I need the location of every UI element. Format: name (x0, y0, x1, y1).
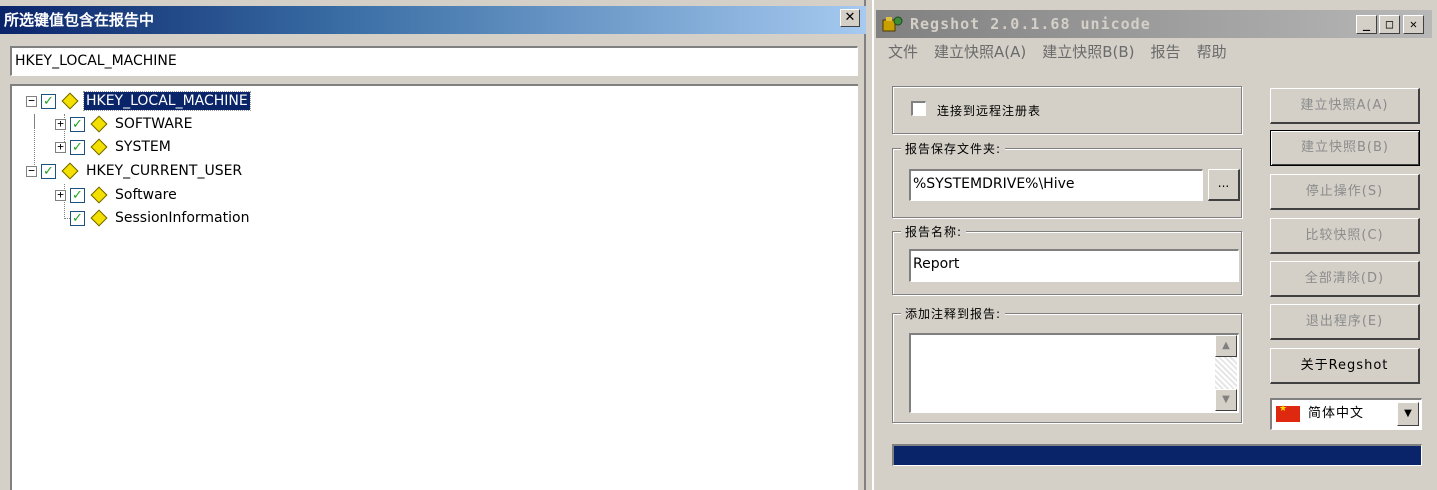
tree-item-label[interactable]: Software (113, 186, 179, 204)
language-select[interactable]: 简体中文 ▼ (1270, 398, 1422, 430)
menu-bar: 文件 建立快照A(A) 建立快照B(B) 报告 帮助 (888, 40, 1227, 64)
key-selection-window: 所选键值包含在报告中 ✕ HKEY_LOCAL_MACHINE − ✓ HKEY… (0, 0, 866, 490)
shot-b-button[interactable]: 建立快照B(B) (1270, 130, 1420, 166)
comment-scrollbar[interactable]: ▲ ▼ (1215, 335, 1237, 411)
regshot-window: Regshot 2.0.1.68 unicode _ □ ✕ 文件 建立快照A(… (872, 0, 1437, 490)
language-value: 简体中文 (1308, 406, 1365, 421)
close-icon[interactable]: ✕ (1403, 15, 1424, 34)
registry-key-icon (90, 138, 108, 156)
key-path-field[interactable]: HKEY_LOCAL_MACHINE (10, 46, 858, 76)
tree-item-software[interactable]: + ✓ SOFTWARE (55, 113, 195, 135)
collapse-icon[interactable]: − (26, 95, 37, 107)
registry-key-icon (90, 209, 108, 227)
key-selection-title: 所选键值包含在报告中 (4, 11, 155, 29)
report-folder-group: 报告保存文件夹: %SYSTEMDRIVE%\Hive ... (892, 140, 1242, 218)
tree-item-label[interactable]: SOFTWARE (113, 115, 195, 133)
remote-registry-group: 连接到远程注册表 (892, 86, 1242, 134)
progress-bar (892, 444, 1422, 466)
registry-key-icon (90, 186, 108, 204)
stop-button[interactable]: 停止操作(S) (1270, 174, 1420, 210)
tree-item-label[interactable]: HKEY_CURRENT_USER (84, 162, 244, 180)
checkbox-checked-icon[interactable]: ✓ (41, 93, 56, 109)
report-comment-group: 添加注释到报告: ▲ ▼ (892, 305, 1242, 423)
close-icon[interactable]: ✕ (840, 9, 860, 27)
registry-tree[interactable]: − ✓ HKEY_LOCAL_MACHINE + ✓ SOFTWARE + ✓ … (10, 84, 858, 490)
tree-item-hkcu[interactable]: − ✓ HKEY_CURRENT_USER (26, 160, 244, 182)
menu-file[interactable]: 文件 (888, 40, 918, 64)
registry-key-icon (61, 92, 79, 110)
tree-item-sessioninformation[interactable]: ✓ SessionInformation (55, 207, 251, 229)
tree-item-label[interactable]: SessionInformation (113, 209, 251, 227)
about-button[interactable]: 关于Regshot (1270, 348, 1420, 384)
menu-help[interactable]: 帮助 (1197, 40, 1227, 64)
regshot-title: Regshot 2.0.1.68 unicode (910, 15, 1151, 33)
menu-shot-b[interactable]: 建立快照B(B) (1042, 40, 1134, 64)
compare-button[interactable]: 比较快照(C) (1270, 218, 1420, 254)
minimize-icon[interactable]: _ (1356, 15, 1377, 34)
browse-button[interactable]: ... (1208, 169, 1240, 201)
checkbox-checked-icon[interactable]: ✓ (70, 210, 85, 226)
report-folder-caption: 报告保存文件夹: (901, 140, 1006, 157)
maximize-icon[interactable]: □ (1379, 15, 1400, 34)
registry-key-icon (61, 162, 79, 180)
tree-item-hklm[interactable]: − ✓ HKEY_LOCAL_MACHINE (26, 90, 251, 112)
remote-registry-checkbox[interactable] (911, 101, 926, 116)
shot-a-button[interactable]: 建立快照A(A) (1270, 88, 1420, 124)
report-comment-caption: 添加注释到报告: (901, 305, 1006, 322)
menu-shot-a[interactable]: 建立快照A(A) (934, 40, 1026, 64)
expand-icon[interactable]: + (55, 141, 66, 153)
clear-all-button[interactable]: 全部清除(D) (1270, 261, 1420, 297)
tree-item-label[interactable]: SYSTEM (113, 138, 173, 156)
regshot-app-icon (882, 16, 903, 32)
report-folder-input[interactable]: %SYSTEMDRIVE%\Hive (909, 169, 1203, 201)
regshot-title-bar[interactable]: Regshot 2.0.1.68 unicode _ □ ✕ (876, 10, 1432, 38)
tree-item-label[interactable]: HKEY_LOCAL_MACHINE (83, 91, 251, 111)
report-comment-textarea[interactable]: ▲ ▼ (909, 333, 1239, 413)
report-name-input[interactable]: Report (909, 249, 1239, 282)
report-name-caption: 报告名称: (901, 223, 967, 240)
expand-icon[interactable]: + (55, 118, 66, 130)
checkbox-checked-icon[interactable]: ✓ (41, 163, 56, 179)
checkbox-checked-icon[interactable]: ✓ (70, 116, 85, 132)
scroll-down-icon[interactable]: ▼ (1215, 389, 1237, 411)
quit-button[interactable]: 退出程序(E) (1270, 304, 1420, 340)
chevron-down-icon[interactable]: ▼ (1397, 402, 1419, 426)
remote-registry-label: 连接到远程注册表 (937, 104, 1042, 118)
key-selection-title-bar[interactable]: 所选键值包含在报告中 ✕ (0, 6, 866, 34)
china-flag-icon (1276, 404, 1300, 422)
collapse-icon[interactable]: − (26, 165, 37, 177)
tree-item-system[interactable]: + ✓ SYSTEM (55, 136, 173, 158)
checkbox-checked-icon[interactable]: ✓ (70, 187, 85, 203)
checkbox-checked-icon[interactable]: ✓ (70, 139, 85, 155)
tree-item-hkcu-software[interactable]: + ✓ Software (55, 184, 179, 206)
expand-icon[interactable]: + (55, 189, 66, 201)
scroll-up-icon[interactable]: ▲ (1215, 335, 1237, 357)
report-name-group: 报告名称: Report (892, 223, 1242, 295)
registry-key-icon (90, 115, 108, 133)
menu-report[interactable]: 报告 (1151, 40, 1181, 64)
